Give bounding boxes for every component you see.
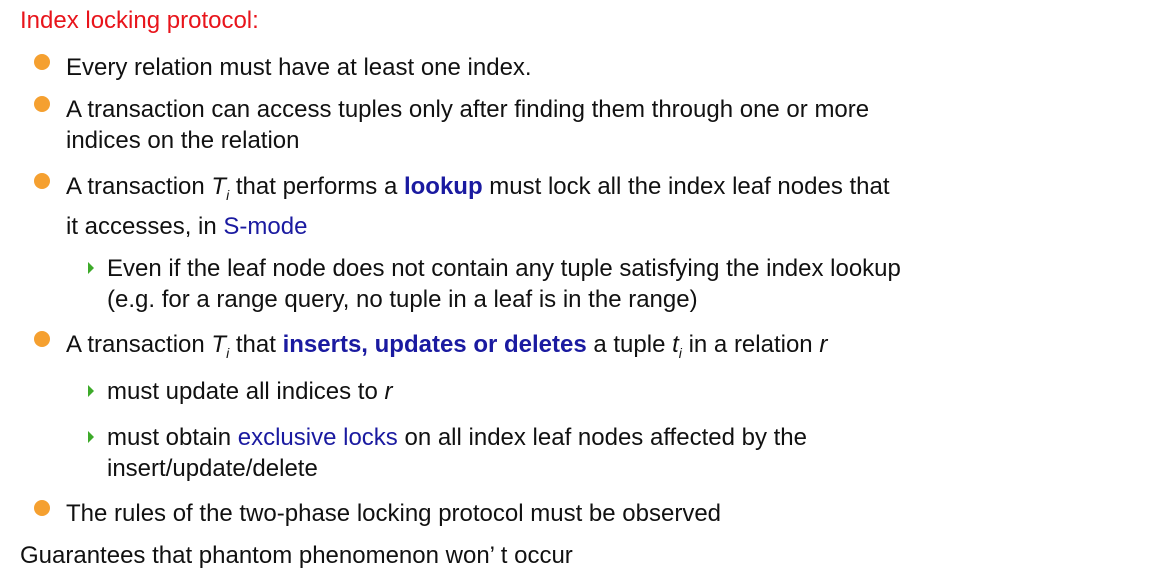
bullet-text: a tuple bbox=[586, 331, 673, 358]
bullet-item: A transaction can access tuples only aft… bbox=[34, 94, 1066, 156]
sub-bullet-triangle-icon bbox=[88, 385, 94, 397]
sub-bullet-text: must obtain bbox=[107, 424, 238, 451]
keyword-s-mode: S-mode bbox=[223, 213, 308, 240]
bullet-text: that performs a bbox=[229, 173, 404, 200]
slide-heading: Index locking protocol: bbox=[20, 7, 259, 34]
bullet-dot-icon bbox=[34, 54, 50, 70]
sub-bullet-triangle-icon bbox=[88, 431, 94, 443]
sub-bullet-text-line2: (e.g. for a range query, no tuple in a l… bbox=[107, 286, 698, 313]
bullet-text: A transaction bbox=[66, 173, 212, 200]
variable-T: Ti bbox=[211, 331, 230, 361]
sub-bullet-text-line1: Even if the leaf node does not contain a… bbox=[107, 255, 901, 282]
keyword-inserts-updates-deletes: inserts, updates or deletes bbox=[282, 331, 587, 358]
bullet-dot-icon bbox=[34, 500, 50, 516]
bullet-dot-icon bbox=[34, 96, 50, 112]
bullet-text: A transaction bbox=[66, 331, 212, 358]
sub-bullet-item: must update all indices to r bbox=[88, 376, 1107, 407]
keyword-exclusive-locks: exclusive locks bbox=[237, 424, 398, 451]
variable-r: r bbox=[384, 378, 393, 405]
bullet-text: that bbox=[229, 331, 283, 358]
bullet-item: A transaction Ti that inserts, updates o… bbox=[34, 329, 1066, 369]
sub-bullet-text: on all index leaf nodes affected by the bbox=[397, 424, 807, 451]
sub-bullet-text-line2: insert/update/delete bbox=[107, 455, 318, 482]
sub-bullet-text: must update all indices to bbox=[107, 378, 385, 405]
bullet-text: The rules of the two-phase locking proto… bbox=[66, 500, 722, 527]
bullet-item: Every relation must have at least one in… bbox=[34, 52, 1066, 83]
bullet-text: Every relation must have at least one in… bbox=[66, 54, 532, 81]
sub-bullet-item: must obtain exclusive locks on all index… bbox=[88, 422, 1107, 484]
variable-r: r bbox=[819, 331, 828, 358]
bullet-item: The rules of the two-phase locking proto… bbox=[34, 498, 1066, 529]
sub-bullet-item: Even if the leaf node does not contain a… bbox=[88, 253, 1107, 315]
variable-t: ti bbox=[672, 331, 682, 361]
slide-footer-text: Guarantees that phantom phenomenon won’ … bbox=[20, 542, 573, 569]
sub-bullet-triangle-icon bbox=[88, 262, 94, 274]
bullet-text: must lock all the index leaf nodes that bbox=[482, 173, 890, 200]
bullet-text: it accesses, in bbox=[66, 213, 224, 240]
keyword-lookup: lookup bbox=[403, 173, 483, 200]
bullet-dot-icon bbox=[34, 331, 50, 347]
bullet-dot-icon bbox=[34, 173, 50, 189]
variable-T: Ti bbox=[211, 173, 230, 203]
bullet-text-line1: A transaction can access tuples only aft… bbox=[66, 96, 870, 123]
slide: Index locking protocol: Every relation m… bbox=[0, 0, 1151, 572]
bullet-item: A transaction Ti that performs a lookup … bbox=[34, 171, 1066, 242]
bullet-text: in a relation bbox=[681, 331, 820, 358]
bullet-text-line2: indices on the relation bbox=[66, 127, 300, 154]
